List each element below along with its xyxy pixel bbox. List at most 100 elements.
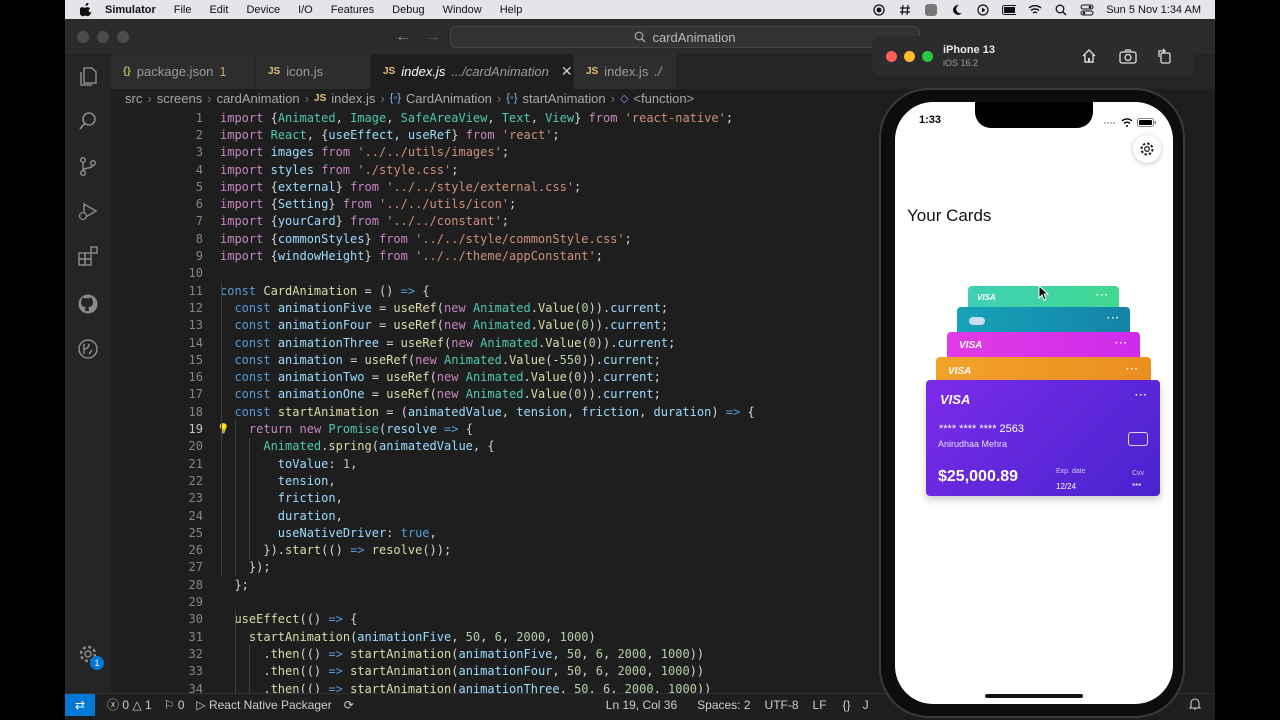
forward-arrow-icon[interactable]: → bbox=[425, 28, 441, 46]
code-line[interactable]: 14 const animationThree = useRef(new Ani… bbox=[111, 334, 881, 351]
breadcrumb-symbol-class[interactable]: CardAnimation bbox=[406, 91, 492, 106]
indentation[interactable]: Spaces: 2 bbox=[697, 698, 750, 712]
control-center-icon[interactable] bbox=[1080, 4, 1094, 16]
tab-package-json-0[interactable]: {} package.json 1 bbox=[111, 54, 256, 89]
search-icon[interactable] bbox=[76, 109, 100, 133]
menubar-clock[interactable]: Sun 5 Nov 1:34 AM bbox=[1106, 4, 1201, 16]
timeline-icon[interactable] bbox=[76, 337, 100, 361]
code-line[interactable]: 7 import {yourCard} from '../../constant'… bbox=[111, 213, 881, 230]
breadcrumb-folder[interactable]: cardAnimation bbox=[217, 91, 300, 106]
menu-device[interactable]: Device bbox=[246, 4, 280, 16]
menu-edit[interactable]: Edit bbox=[209, 4, 228, 16]
cursor-position[interactable]: Ln 19, Col 36 bbox=[606, 698, 677, 712]
search-icon[interactable] bbox=[1054, 4, 1068, 16]
back-arrow-icon[interactable]: ← bbox=[395, 28, 411, 46]
sync-icon[interactable]: ⟳ bbox=[344, 698, 354, 712]
play-icon[interactable] bbox=[976, 3, 990, 16]
menu-io[interactable]: I/O bbox=[298, 4, 313, 16]
code-line[interactable]: 31 startAnimation(animationFive, 50, 6, … bbox=[111, 628, 881, 645]
breadcrumb-src[interactable]: src bbox=[125, 91, 142, 106]
breadcrumb-symbol-method[interactable]: startAnimation bbox=[523, 91, 606, 106]
packager-status[interactable]: ▷ React Native Packager bbox=[196, 698, 331, 712]
tab-close-icon[interactable]: ✕ bbox=[561, 63, 573, 80]
code-line[interactable]: 22 tension, bbox=[111, 472, 881, 489]
errors-status[interactable]: ⓧ 0 △ 1 bbox=[107, 696, 152, 713]
zoom-dot[interactable] bbox=[117, 31, 129, 43]
card-menu-icon[interactable]: ··· bbox=[1135, 390, 1148, 401]
code-line[interactable]: 26 }).start(() => resolve()); bbox=[111, 542, 881, 559]
breadcrumb-screens[interactable]: screens bbox=[157, 91, 203, 106]
record-icon[interactable] bbox=[872, 3, 886, 16]
card-menu-icon[interactable]: ··· bbox=[1115, 338, 1128, 349]
code-line[interactable]: 8 import {commonStyles} from '../../style… bbox=[111, 230, 881, 247]
code-line[interactable]: 29 bbox=[111, 593, 881, 610]
code-line[interactable]: 21 toValue: 1, bbox=[111, 455, 881, 472]
rotate-icon[interactable] bbox=[1155, 47, 1173, 65]
home-indicator[interactable] bbox=[985, 694, 1083, 698]
code-line[interactable]: 33 .then(() => startAnimation(animationF… bbox=[111, 663, 881, 680]
code-line[interactable]: 5 import {external} from '../../style/ext… bbox=[111, 178, 881, 195]
code-line[interactable]: 18 const startAnimation = (animatedValue… bbox=[111, 403, 881, 420]
sim-zoom-dot[interactable] bbox=[922, 51, 933, 62]
tab-index-js-3[interactable]: JS index.js ./ bbox=[574, 54, 677, 89]
code-line[interactable]: 13 const animationFour = useRef(new Anim… bbox=[111, 317, 881, 334]
home-icon[interactable] bbox=[1080, 47, 1098, 65]
hash-icon[interactable] bbox=[898, 4, 912, 16]
menu-simulator[interactable]: Simulator bbox=[105, 4, 156, 16]
code-line[interactable]: 28 }; bbox=[111, 576, 881, 593]
code-line[interactable]: 17 const animationOne = useRef(new Anima… bbox=[111, 386, 881, 403]
app-icon[interactable] bbox=[924, 3, 938, 16]
apple-icon[interactable] bbox=[79, 2, 93, 17]
battery-icon[interactable] bbox=[1002, 4, 1017, 16]
card-menu-icon[interactable]: ··· bbox=[1096, 290, 1109, 301]
code-line[interactable]: 30 useEffect(() => { bbox=[111, 611, 881, 628]
info-status[interactable]: ⚐ 0 bbox=[164, 698, 185, 712]
code-line[interactable]: 23 friction, bbox=[111, 490, 881, 507]
code-line[interactable]: 10 bbox=[111, 265, 881, 282]
extensions-icon[interactable] bbox=[76, 244, 100, 268]
settings-gear-icon[interactable]: 1 bbox=[76, 642, 104, 670]
wifi-icon[interactable] bbox=[1028, 4, 1042, 16]
sim-close-dot[interactable] bbox=[886, 51, 897, 62]
code-line[interactable]: 19 return new Promise(resolve => {💡 bbox=[111, 420, 881, 437]
menu-window[interactable]: Window bbox=[443, 4, 482, 16]
language-mode[interactable]: J bbox=[863, 698, 869, 712]
code-line[interactable]: 12 const animationFive = useRef(new Anim… bbox=[111, 299, 881, 316]
code-line[interactable]: 1 import {Animated, Image, SafeAreaView, … bbox=[111, 109, 881, 126]
code-line[interactable]: 2 import React, {useEffect, useRef} from … bbox=[111, 126, 881, 143]
sim-minimize-dot[interactable] bbox=[904, 51, 915, 62]
settings-button[interactable] bbox=[1133, 135, 1161, 163]
moon-icon[interactable] bbox=[950, 4, 964, 16]
notifications-bell-icon[interactable] bbox=[1188, 697, 1202, 713]
command-center[interactable]: cardAnimation bbox=[450, 26, 920, 48]
menu-file[interactable]: File bbox=[174, 4, 192, 16]
minimize-dot[interactable] bbox=[97, 31, 109, 43]
lightbulb-icon[interactable]: 💡 bbox=[217, 424, 229, 435]
code-line[interactable]: 6 import {Setting} from '../../utils/icon… bbox=[111, 196, 881, 213]
code-line[interactable]: 20 Animated.spring(animatedValue, { bbox=[111, 438, 881, 455]
code-line[interactable]: 11 const CardAnimation = () => { bbox=[111, 282, 881, 299]
code-editor[interactable]: 1 import {Animated, Image, SafeAreaView, … bbox=[111, 107, 881, 701]
code-line[interactable]: 4 import styles from './style.css'; bbox=[111, 161, 881, 178]
main-credit-card[interactable]: VISA ··· **** **** **** 2563 Anirudhaa M… bbox=[926, 380, 1160, 496]
breadcrumb-file[interactable]: index.js bbox=[331, 91, 375, 106]
menu-features[interactable]: Features bbox=[331, 4, 374, 16]
card-menu-icon[interactable]: ··· bbox=[1126, 364, 1139, 375]
code-line[interactable]: 16 const animationTwo = useRef(new Anima… bbox=[111, 369, 881, 386]
code-line[interactable]: 15 const animation = useRef(new Animated… bbox=[111, 351, 881, 368]
code-line[interactable]: 3 import images from '../../utils/images'… bbox=[111, 144, 881, 161]
tab-index-js-2[interactable]: JS index.js .../cardAnimation ✕ bbox=[371, 54, 574, 89]
explorer-icon[interactable] bbox=[76, 64, 100, 88]
code-line[interactable]: 27 }); bbox=[111, 559, 881, 576]
code-line[interactable]: 9 import {windowHeight} from '../../theme… bbox=[111, 247, 881, 264]
encoding[interactable]: UTF-8 bbox=[765, 698, 799, 712]
card-menu-icon[interactable]: ··· bbox=[1107, 313, 1120, 324]
code-line[interactable]: 25 useNativeDriver: true, bbox=[111, 524, 881, 541]
braces-icon[interactable]: {} bbox=[843, 698, 851, 712]
source-control-icon[interactable] bbox=[76, 154, 100, 178]
code-line[interactable]: 24 duration, bbox=[111, 507, 881, 524]
tab-icon-js-1[interactable]: JS icon.js bbox=[256, 54, 371, 89]
menu-help[interactable]: Help bbox=[500, 4, 523, 16]
github-icon[interactable] bbox=[76, 292, 100, 316]
menu-debug[interactable]: Debug bbox=[392, 4, 424, 16]
